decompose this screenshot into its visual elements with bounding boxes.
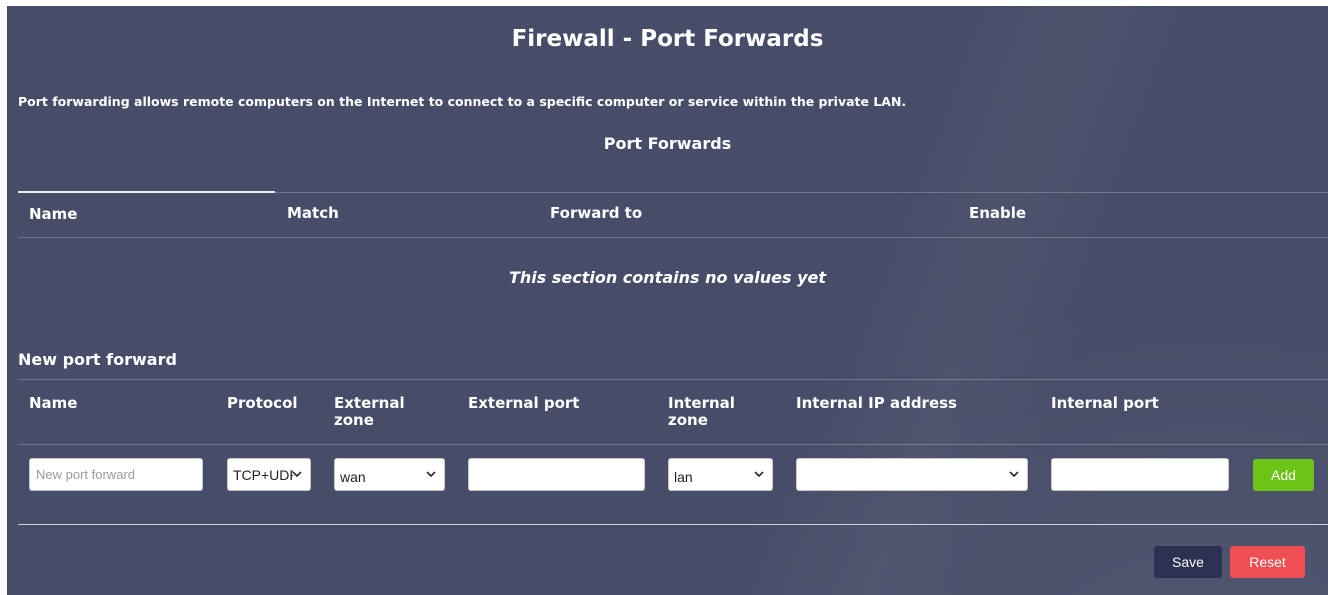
chevron-down-icon — [754, 471, 764, 478]
internal-ip-select[interactable] — [796, 458, 1028, 491]
internal-zone-label-line2: zone — [668, 411, 708, 429]
external-zone-label-line1: External — [334, 394, 405, 412]
internal-port-input-wrapper — [1051, 458, 1229, 491]
section-title: Port Forwards — [603, 134, 732, 153]
external-zone-label-line2: zone — [334, 411, 374, 429]
external-zone-select-value: wan — [340, 469, 366, 485]
internal-zone-label-line1: Internal — [668, 394, 735, 412]
internal-port-input[interactable] — [1052, 459, 1228, 490]
external-port-input-wrapper — [468, 458, 645, 491]
new-column-external-port: External port — [468, 394, 580, 412]
new-column-name: Name — [29, 394, 78, 412]
table-top-divider — [275, 192, 1328, 193]
external-zone-select[interactable]: wan — [334, 458, 445, 491]
new-forward-header-divider — [18, 444, 1328, 445]
new-column-external-zone: External zone — [334, 395, 405, 429]
save-button[interactable]: Save — [1154, 546, 1222, 578]
new-forward-top-divider — [18, 379, 1328, 380]
new-column-internal-port: Internal port — [1051, 394, 1159, 412]
chevron-down-icon — [426, 471, 436, 478]
protocol-select-value: TCP+UDP — [233, 467, 293, 483]
column-header-match: Match — [287, 204, 339, 222]
new-column-internal-ip: Internal IP address — [796, 394, 957, 412]
reset-button[interactable]: Reset — [1230, 546, 1305, 578]
new-port-forward-title: New port forward — [18, 350, 177, 369]
page-description: Port forwarding allows remote computers … — [18, 94, 907, 109]
port-forwards-panel: Firewall - Port Forwards Port forwarding… — [7, 6, 1328, 595]
column-header-forward-to: Forward to — [550, 204, 643, 222]
table-header-accent — [18, 191, 275, 193]
name-input[interactable] — [30, 459, 202, 490]
new-column-internal-zone: Internal zone — [668, 395, 735, 429]
add-button[interactable]: Add — [1253, 459, 1314, 491]
column-header-enable: Enable — [969, 204, 1027, 222]
empty-table-message: This section contains no values yet — [508, 268, 827, 287]
page-title: Firewall - Port Forwards — [511, 26, 824, 52]
column-header-name: Name — [29, 205, 78, 223]
external-port-input[interactable] — [469, 459, 644, 490]
new-column-protocol: Protocol — [227, 394, 298, 412]
internal-zone-select[interactable]: lan — [668, 458, 773, 491]
chevron-down-icon — [292, 471, 302, 478]
name-input-wrapper — [29, 458, 203, 491]
chevron-down-icon — [1009, 471, 1019, 478]
form-bottom-divider — [18, 524, 1328, 525]
table-header-divider — [18, 237, 1328, 238]
protocol-select[interactable]: TCP+UDP — [227, 458, 311, 491]
internal-zone-select-value: lan — [674, 469, 693, 485]
